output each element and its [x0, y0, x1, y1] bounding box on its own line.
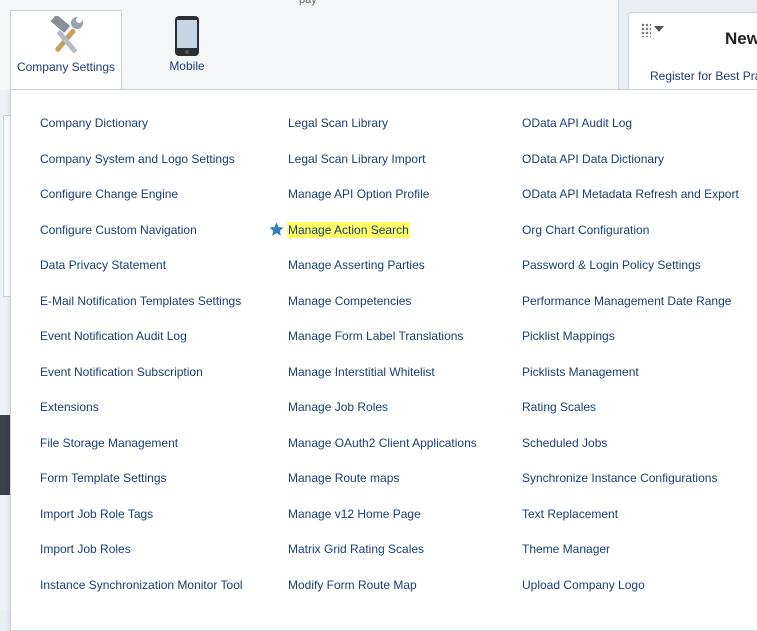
- menu-item-1-6[interactable]: E-Mail Notification Templates Settings: [40, 293, 241, 309]
- menu-item-2-13[interactable]: Matrix Grid Rating Scales: [288, 541, 424, 557]
- chevron-down-icon[interactable]: [654, 26, 664, 32]
- favorite-star-icon[interactable]: [268, 221, 285, 238]
- news-panel: New Register for Best Pra: [628, 12, 757, 92]
- menu-item-3-1[interactable]: OData API Audit Log: [522, 115, 632, 131]
- menu-item-2-9[interactable]: Manage Job Roles: [288, 399, 388, 415]
- mobile-phone-icon: [174, 15, 200, 60]
- company-settings-menu: Company Dictionary Company System and Log…: [10, 89, 757, 631]
- menu-item-2-1[interactable]: Legal Scan Library: [288, 115, 388, 131]
- menu-item-1-8[interactable]: Event Notification Subscription: [40, 364, 203, 380]
- menu-item-2-6[interactable]: Manage Competencies: [288, 293, 411, 309]
- menu-item-1-13[interactable]: Import Job Roles: [40, 541, 131, 557]
- menu-item-1-11[interactable]: Form Template Settings: [40, 470, 167, 486]
- menu-item-2-12[interactable]: Manage v12 Home Page: [288, 506, 421, 522]
- menu-item-highlighted[interactable]: Manage Action Search: [287, 222, 410, 238]
- menu-item-2-5[interactable]: Manage Asserting Parties: [288, 257, 425, 273]
- mobile-label: Mobile: [169, 59, 205, 73]
- menu-item-1-1[interactable]: Company Dictionary: [40, 115, 148, 131]
- company-settings-label: Company Settings: [16, 60, 116, 74]
- menu-item-3-3[interactable]: OData API Metadata Refresh and Export: [522, 186, 739, 202]
- menu-item-3-11[interactable]: Synchronize Instance Configurations: [522, 470, 717, 486]
- menu-item-2-8[interactable]: Manage Interstitial Whitelist: [288, 364, 435, 380]
- menu-item-3-9[interactable]: Rating Scales: [522, 399, 596, 415]
- menu-item-3-5[interactable]: Password & Login Policy Settings: [522, 257, 701, 273]
- menu-item-3-13[interactable]: Theme Manager: [522, 541, 610, 557]
- menu-item-2-7[interactable]: Manage Form Label Translations: [288, 328, 463, 344]
- menu-item-1-2[interactable]: Company System and Logo Settings: [40, 151, 235, 167]
- menu-item-1-4[interactable]: Configure Custom Navigation: [40, 222, 197, 238]
- menu-item-1-5[interactable]: Data Privacy Statement: [40, 257, 166, 273]
- menu-item-1-14[interactable]: Instance Synchronization Monitor Tool: [40, 577, 243, 593]
- mobile-tile[interactable]: Mobile: [135, 10, 239, 90]
- menu-item-1-9[interactable]: Extensions: [40, 399, 99, 415]
- menu-item-1-7[interactable]: Event Notification Audit Log: [40, 328, 187, 344]
- menu-item-3-4[interactable]: Org Chart Configuration: [522, 222, 649, 238]
- register-link[interactable]: Register for Best Pra: [650, 69, 757, 83]
- panel-title: New: [725, 29, 757, 48]
- menu-item-2-3[interactable]: Manage API Option Profile: [288, 186, 429, 202]
- company-settings-tile[interactable]: Company Settings: [10, 10, 122, 90]
- background-dark-strip: [0, 415, 10, 495]
- menu-item-1-10[interactable]: File Storage Management: [40, 435, 178, 451]
- menu-item-3-14[interactable]: Upload Company Logo: [522, 577, 645, 593]
- menu-item-3-10[interactable]: Scheduled Jobs: [522, 435, 607, 451]
- menu-item-2-14[interactable]: Modify Form Route Map: [288, 577, 417, 593]
- menu-item-3-12[interactable]: Text Replacement: [522, 506, 618, 522]
- header-text-fragment: pay: [299, 0, 317, 6]
- menu-item-2-11[interactable]: Manage Route maps: [288, 470, 399, 486]
- tools-icon: [47, 14, 85, 59]
- menu-item-1-3[interactable]: Configure Change Engine: [40, 186, 178, 202]
- menu-item-2-2[interactable]: Legal Scan Library Import: [288, 151, 425, 167]
- drag-handle-icon[interactable]: [641, 23, 651, 37]
- menu-item-2-10[interactable]: Manage OAuth2 Client Applications: [288, 435, 477, 451]
- menu-item-3-6[interactable]: Performance Management Date Range: [522, 293, 731, 309]
- menu-item-3-7[interactable]: Picklist Mappings: [522, 328, 615, 344]
- menu-item-3-8[interactable]: Picklists Management: [522, 364, 639, 380]
- menu-item-1-12[interactable]: Import Job Role Tags: [40, 506, 153, 522]
- menu-item-3-2[interactable]: OData API Data Dictionary: [522, 151, 664, 167]
